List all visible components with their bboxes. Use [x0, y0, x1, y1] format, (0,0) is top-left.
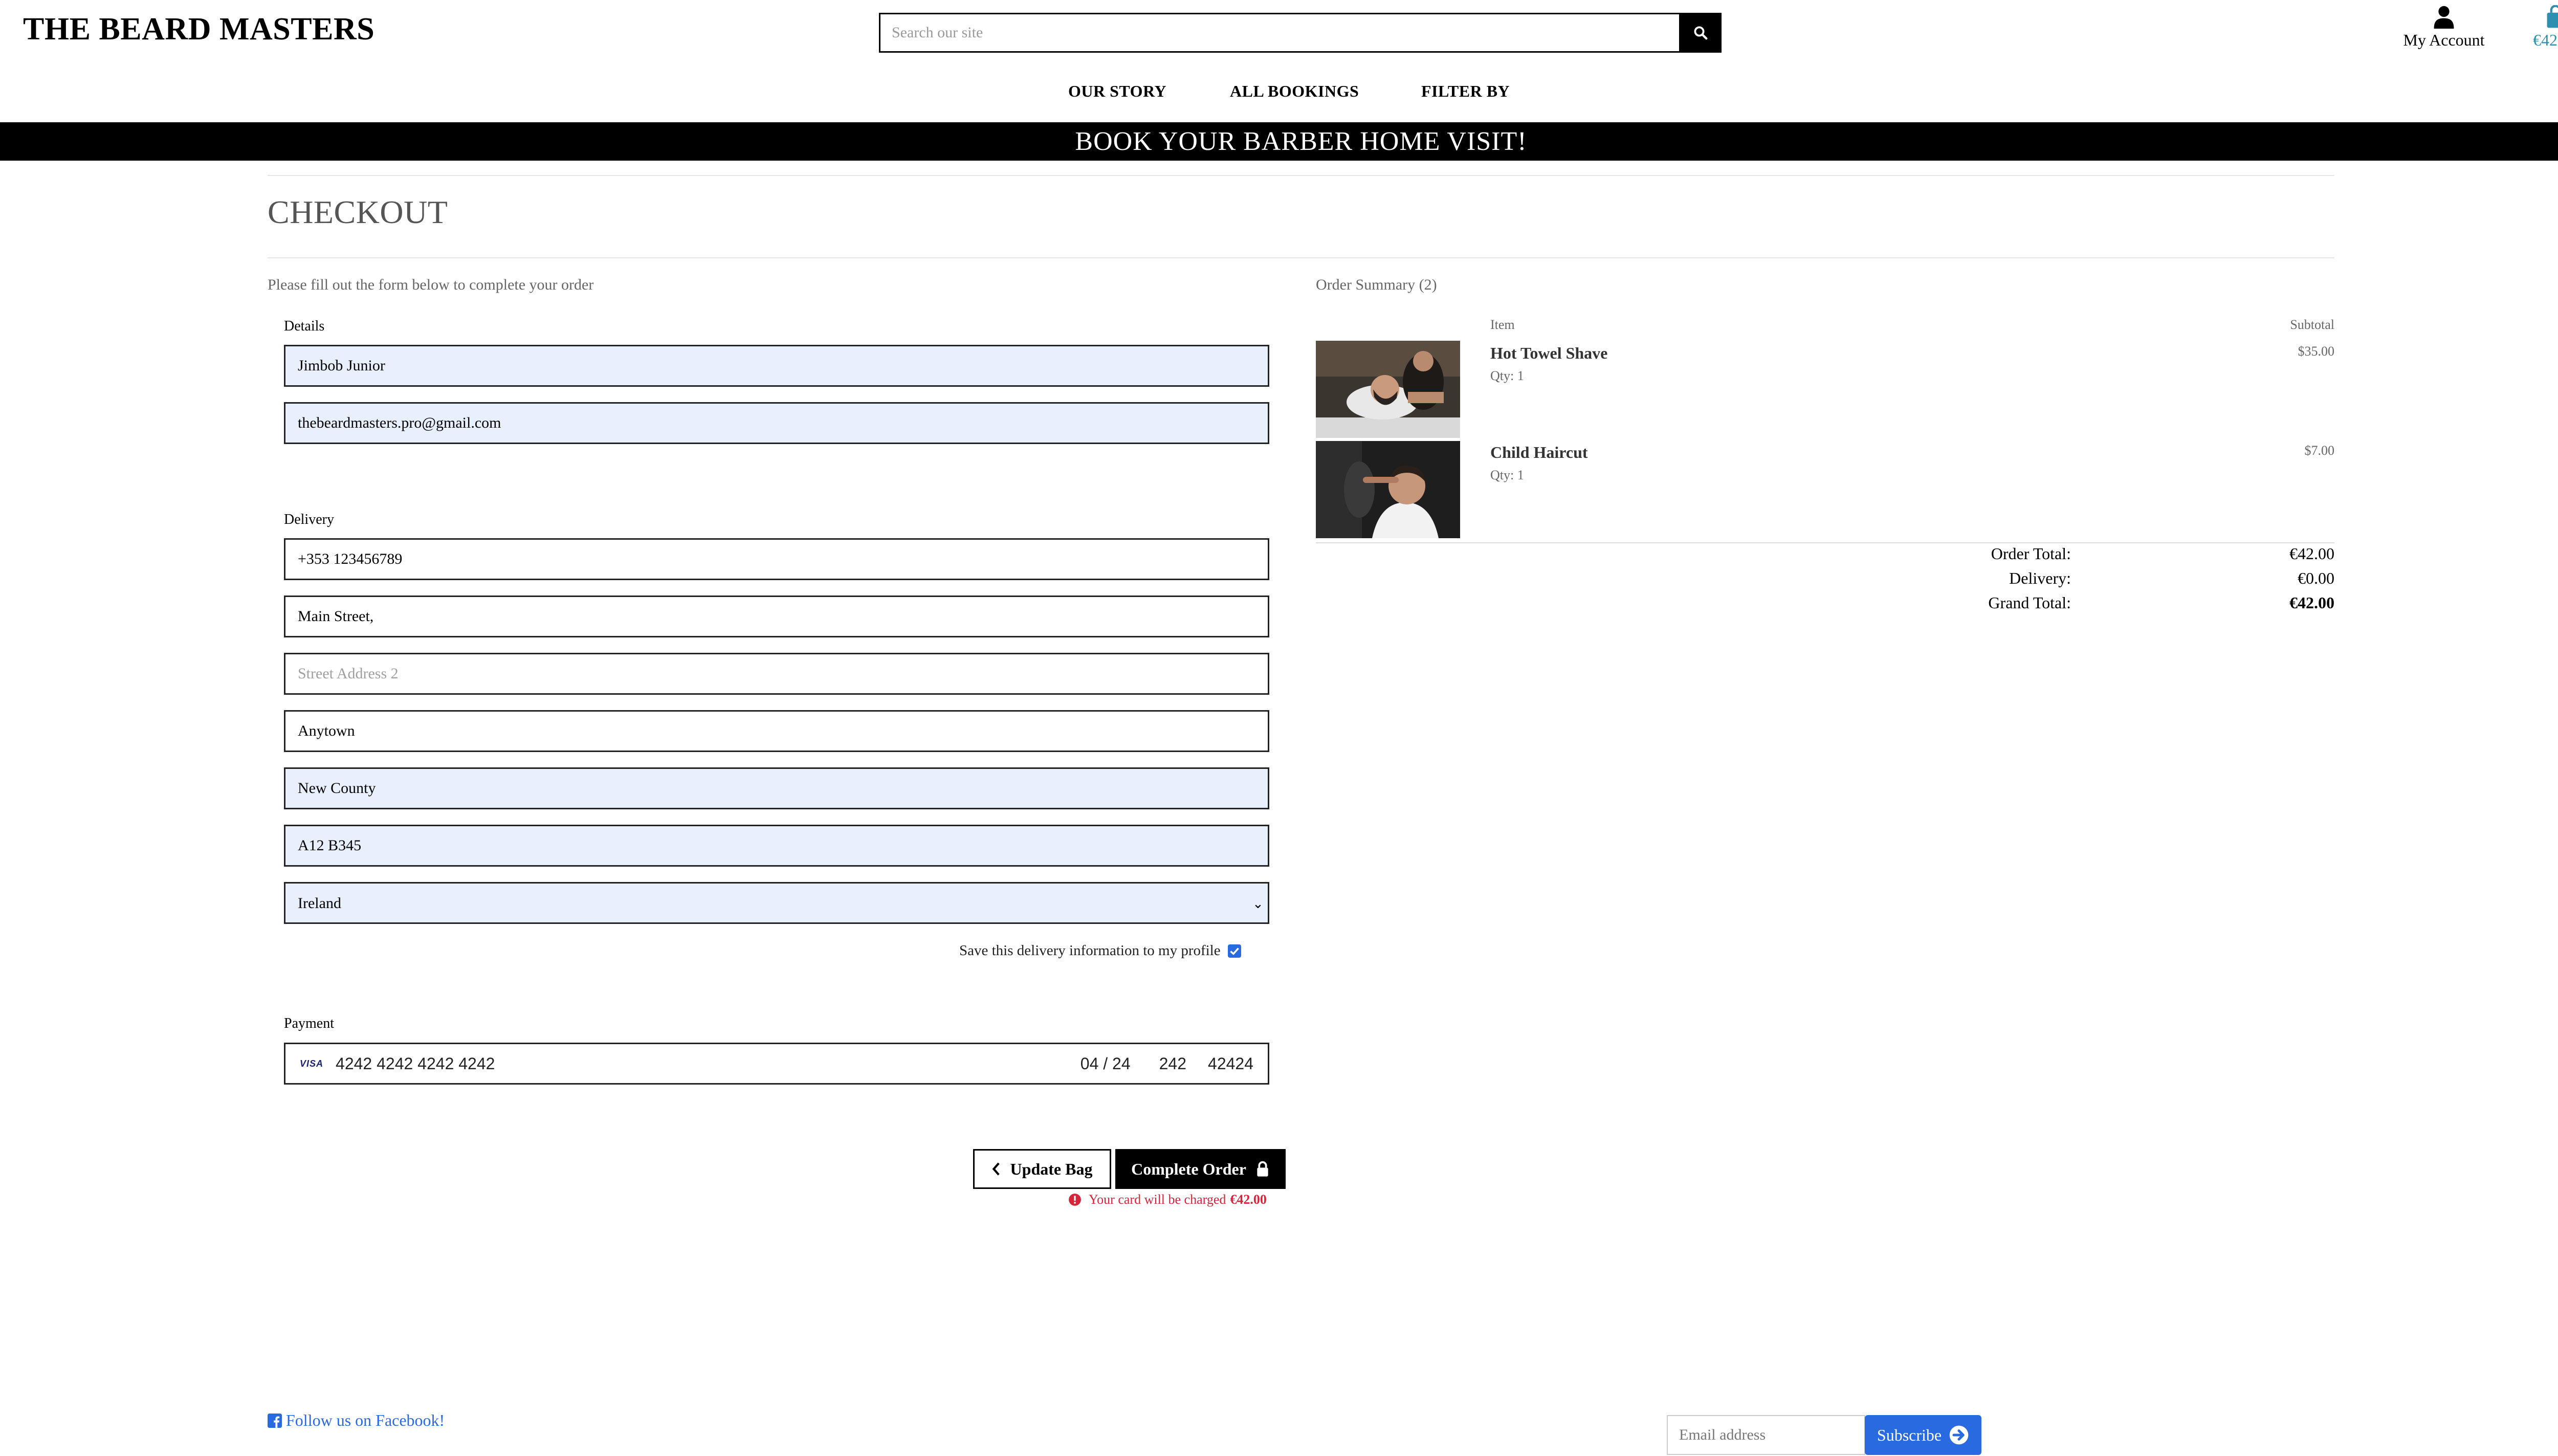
card-expiry[interactable]: 04 / 24 [1080, 1054, 1131, 1073]
card-element[interactable]: VISA 4242 4242 4242 4242 04 / 24 242 424… [284, 1043, 1269, 1085]
divider [1316, 542, 2334, 543]
order-summary-title: Order Summary (2) [1316, 276, 1437, 293]
item-name: Hot Towel Shave [1490, 344, 1608, 362]
divider [268, 175, 2334, 176]
complete-order-button[interactable]: Complete Order [1115, 1149, 1286, 1189]
delivery-label: Delivery [284, 512, 334, 527]
search-input[interactable] [879, 13, 1679, 53]
full-name-field[interactable] [284, 345, 1269, 387]
facebook-icon [268, 1413, 282, 1428]
subscribe-label: Subscribe [1877, 1425, 1942, 1444]
complete-order-label: Complete Order [1131, 1159, 1246, 1178]
save-info-row: Save this delivery information to my pro… [959, 942, 1241, 959]
order-total-label: Order Total: [1991, 544, 2071, 563]
newsletter-email-input[interactable] [1667, 1415, 1865, 1455]
shopping-bag-link[interactable]: €42.00 [2522, 5, 2558, 50]
visa-icon: VISA [300, 1058, 324, 1069]
nav-filter-by[interactable]: FILTER BY [1421, 82, 1510, 101]
postcode-field[interactable] [284, 825, 1269, 867]
payment-label: Payment [284, 1016, 334, 1031]
chevron-down-icon: ⌄ [1252, 896, 1264, 911]
card-cvc[interactable]: 242 [1159, 1054, 1186, 1073]
details-label: Details [284, 318, 325, 334]
grand-total-value: €42.00 [2289, 593, 2334, 612]
column-header-subtotal: Subtotal [2290, 317, 2334, 332]
search-button[interactable] [1679, 13, 1722, 53]
item-qty: Qty: 1 [1490, 368, 1524, 383]
product-image-child-haircut [1316, 441, 1460, 538]
country-select[interactable]: Ireland [284, 882, 1269, 924]
facebook-label: Follow us on Facebook! [286, 1411, 445, 1429]
nav-all-bookings[interactable]: ALL BOOKINGS [1230, 82, 1359, 101]
item-qty: Qty: 1 [1490, 468, 1524, 482]
nav-our-story[interactable]: OUR STORY [1068, 82, 1166, 101]
page-title: CHECKOUT [268, 194, 448, 230]
bag-total: €42.00 [2533, 31, 2558, 49]
save-info-checkbox[interactable] [1227, 944, 1241, 958]
product-image-hot-towel-shave [1316, 341, 1460, 438]
phone-field[interactable] [284, 538, 1269, 580]
account-label: My Account [2403, 31, 2485, 49]
charge-text: Your card will be charged [1089, 1192, 1226, 1207]
charge-notice: Your card will be charged €42.00 [1068, 1192, 1267, 1207]
order-total-value: €42.00 [2289, 544, 2334, 563]
my-account-link[interactable]: My Account [2390, 5, 2498, 50]
divider [268, 257, 2334, 258]
charge-amount: €42.00 [1230, 1192, 1267, 1207]
exclamation-circle-icon [1069, 1194, 1081, 1206]
update-bag-button[interactable]: Update Bag [973, 1149, 1111, 1189]
shopping-bag-icon [2547, 5, 2558, 28]
search-bar [879, 13, 1722, 53]
subscribe-button[interactable]: Subscribe [1865, 1415, 1981, 1455]
checkmark-icon [1229, 947, 1239, 955]
card-zip[interactable]: 42424 [1208, 1054, 1253, 1073]
save-info-label: Save this delivery information to my pro… [959, 942, 1221, 959]
item-price: $7.00 [2304, 443, 2335, 458]
chevron-left-icon [992, 1162, 1000, 1176]
form-intro: Please fill out the form below to comple… [268, 276, 594, 293]
county-field[interactable] [284, 767, 1269, 809]
user-icon [2434, 6, 2454, 29]
site-logo[interactable]: THE BEARD MASTERS [23, 11, 374, 48]
delivery-cost-value: €0.00 [2298, 569, 2334, 587]
search-icon [1694, 26, 1707, 40]
update-bag-label: Update Bag [1010, 1159, 1093, 1178]
street-address-1-field[interactable] [284, 595, 1269, 637]
item-price: $35.00 [2298, 344, 2335, 359]
column-header-item: Item [1490, 317, 1515, 332]
facebook-link[interactable]: Follow us on Facebook! [268, 1411, 445, 1430]
town-field[interactable] [284, 710, 1269, 752]
lock-icon [1257, 1161, 1268, 1177]
grand-total-label: Grand Total: [1988, 593, 2071, 612]
arrow-circle-right-icon [1949, 1425, 1969, 1445]
item-name: Child Haircut [1490, 443, 1588, 461]
delivery-cost-label: Delivery: [2009, 569, 2071, 587]
street-address-2-field[interactable] [284, 653, 1269, 695]
email-field[interactable] [284, 402, 1269, 444]
card-number[interactable]: 4242 4242 4242 4242 [336, 1054, 495, 1073]
promo-banner[interactable]: BOOK YOUR BARBER HOME VISIT! [0, 122, 2558, 161]
